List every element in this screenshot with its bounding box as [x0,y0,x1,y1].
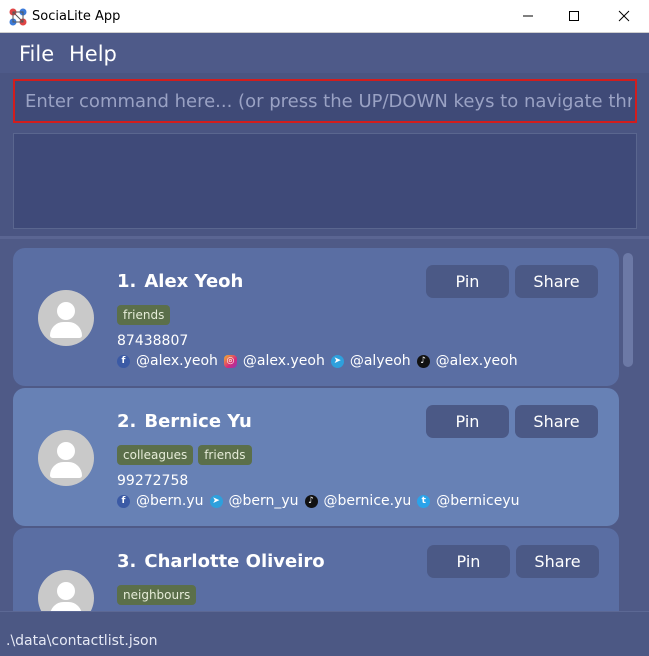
contact-list-scrollbar[interactable] [621,239,635,611]
title-bar: SociaLite App [0,0,649,33]
maximize-button[interactable] [550,0,598,32]
tag: neighbours [117,585,197,605]
tiktok-handle: @alex.yeoh [435,353,518,369]
result-display [13,133,637,229]
telegram-handle: @bern_yu [228,493,299,509]
contact-name: Bernice Yu [144,411,252,432]
menu-file[interactable]: File [19,42,54,66]
minimize-icon [523,15,533,17]
tiktok-icon: ♪ [304,494,318,508]
telegram-handle: @alyeoh [349,353,411,369]
tag: friends [117,305,171,325]
contact-name: Alex Yeoh [144,271,244,292]
tag-list: neighbours [117,585,197,605]
avatar [38,570,94,611]
facebook-icon: f [117,354,130,368]
facebook-icon: f [117,494,130,508]
share-button[interactable]: Share [515,405,598,438]
tag-list: colleagues friends [117,445,252,465]
tag: friends [198,445,252,465]
avatar [38,430,94,486]
contact-index: 2. [117,411,137,432]
avatar [38,290,94,346]
command-area [0,73,649,237]
close-icon [618,10,630,22]
contact-card-3[interactable]: 3. Charlotte Oliveiro neighbours Pin Shar… [13,528,619,611]
social-handles: f @alex.yeoh ◎ @alex.yeoh ➤ @alyeoh ♪ @alex.… [117,353,524,369]
contact-name: Charlotte Oliveiro [144,551,325,572]
menu-bar: File Help [0,33,649,73]
facebook-handle: @bern.yu [136,493,204,509]
data-file-path: .\data\contactlist.json [6,633,158,649]
pin-button[interactable]: Pin [426,265,509,298]
close-button[interactable] [600,0,648,32]
pin-button[interactable]: Pin [426,405,509,438]
contact-list: 1. Alex Yeoh friends 87438807 f @alex.yeoh… [0,239,649,611]
tiktok-icon: ♪ [416,354,430,368]
menu-help[interactable]: Help [69,42,117,66]
contact-card-1[interactable]: 1. Alex Yeoh friends 87438807 f @alex.yeoh… [13,248,619,386]
instagram-handle: @alex.yeoh [242,353,325,369]
maximize-icon [569,11,579,21]
share-button[interactable]: Share [516,545,599,578]
tag-list: friends [117,305,171,325]
pin-button[interactable]: Pin [427,545,510,578]
tiktok-handle: @bernice.yu [323,493,412,509]
share-button[interactable]: Share [515,265,598,298]
telegram-icon: ➤ [330,354,344,368]
tag: colleagues [117,445,194,465]
status-bar: .\data\contactlist.json [0,611,649,656]
contact-phone: 99272758 [117,473,189,489]
app-icon [9,8,27,26]
scrollbar-thumb[interactable] [623,253,633,367]
contact-card-2[interactable]: 2. Bernice Yu colleagues friends 99272758… [13,388,619,526]
twitter-icon: t [417,494,431,508]
window-title: SociaLite App [32,9,121,24]
facebook-handle: @alex.yeoh [136,353,218,369]
minimize-button[interactable] [504,0,552,32]
contact-index: 1. [117,271,137,292]
twitter-handle: @berniceyu [436,493,520,509]
command-input[interactable] [18,84,632,118]
telegram-icon: ➤ [209,494,223,508]
instagram-icon: ◎ [223,354,237,368]
contact-phone: 87438807 [117,333,189,349]
social-handles: f @bern.yu ➤ @bern_yu ♪ @bernice.yu t @berni… [117,493,526,509]
contact-index: 3. [117,551,137,572]
command-box [13,79,637,123]
